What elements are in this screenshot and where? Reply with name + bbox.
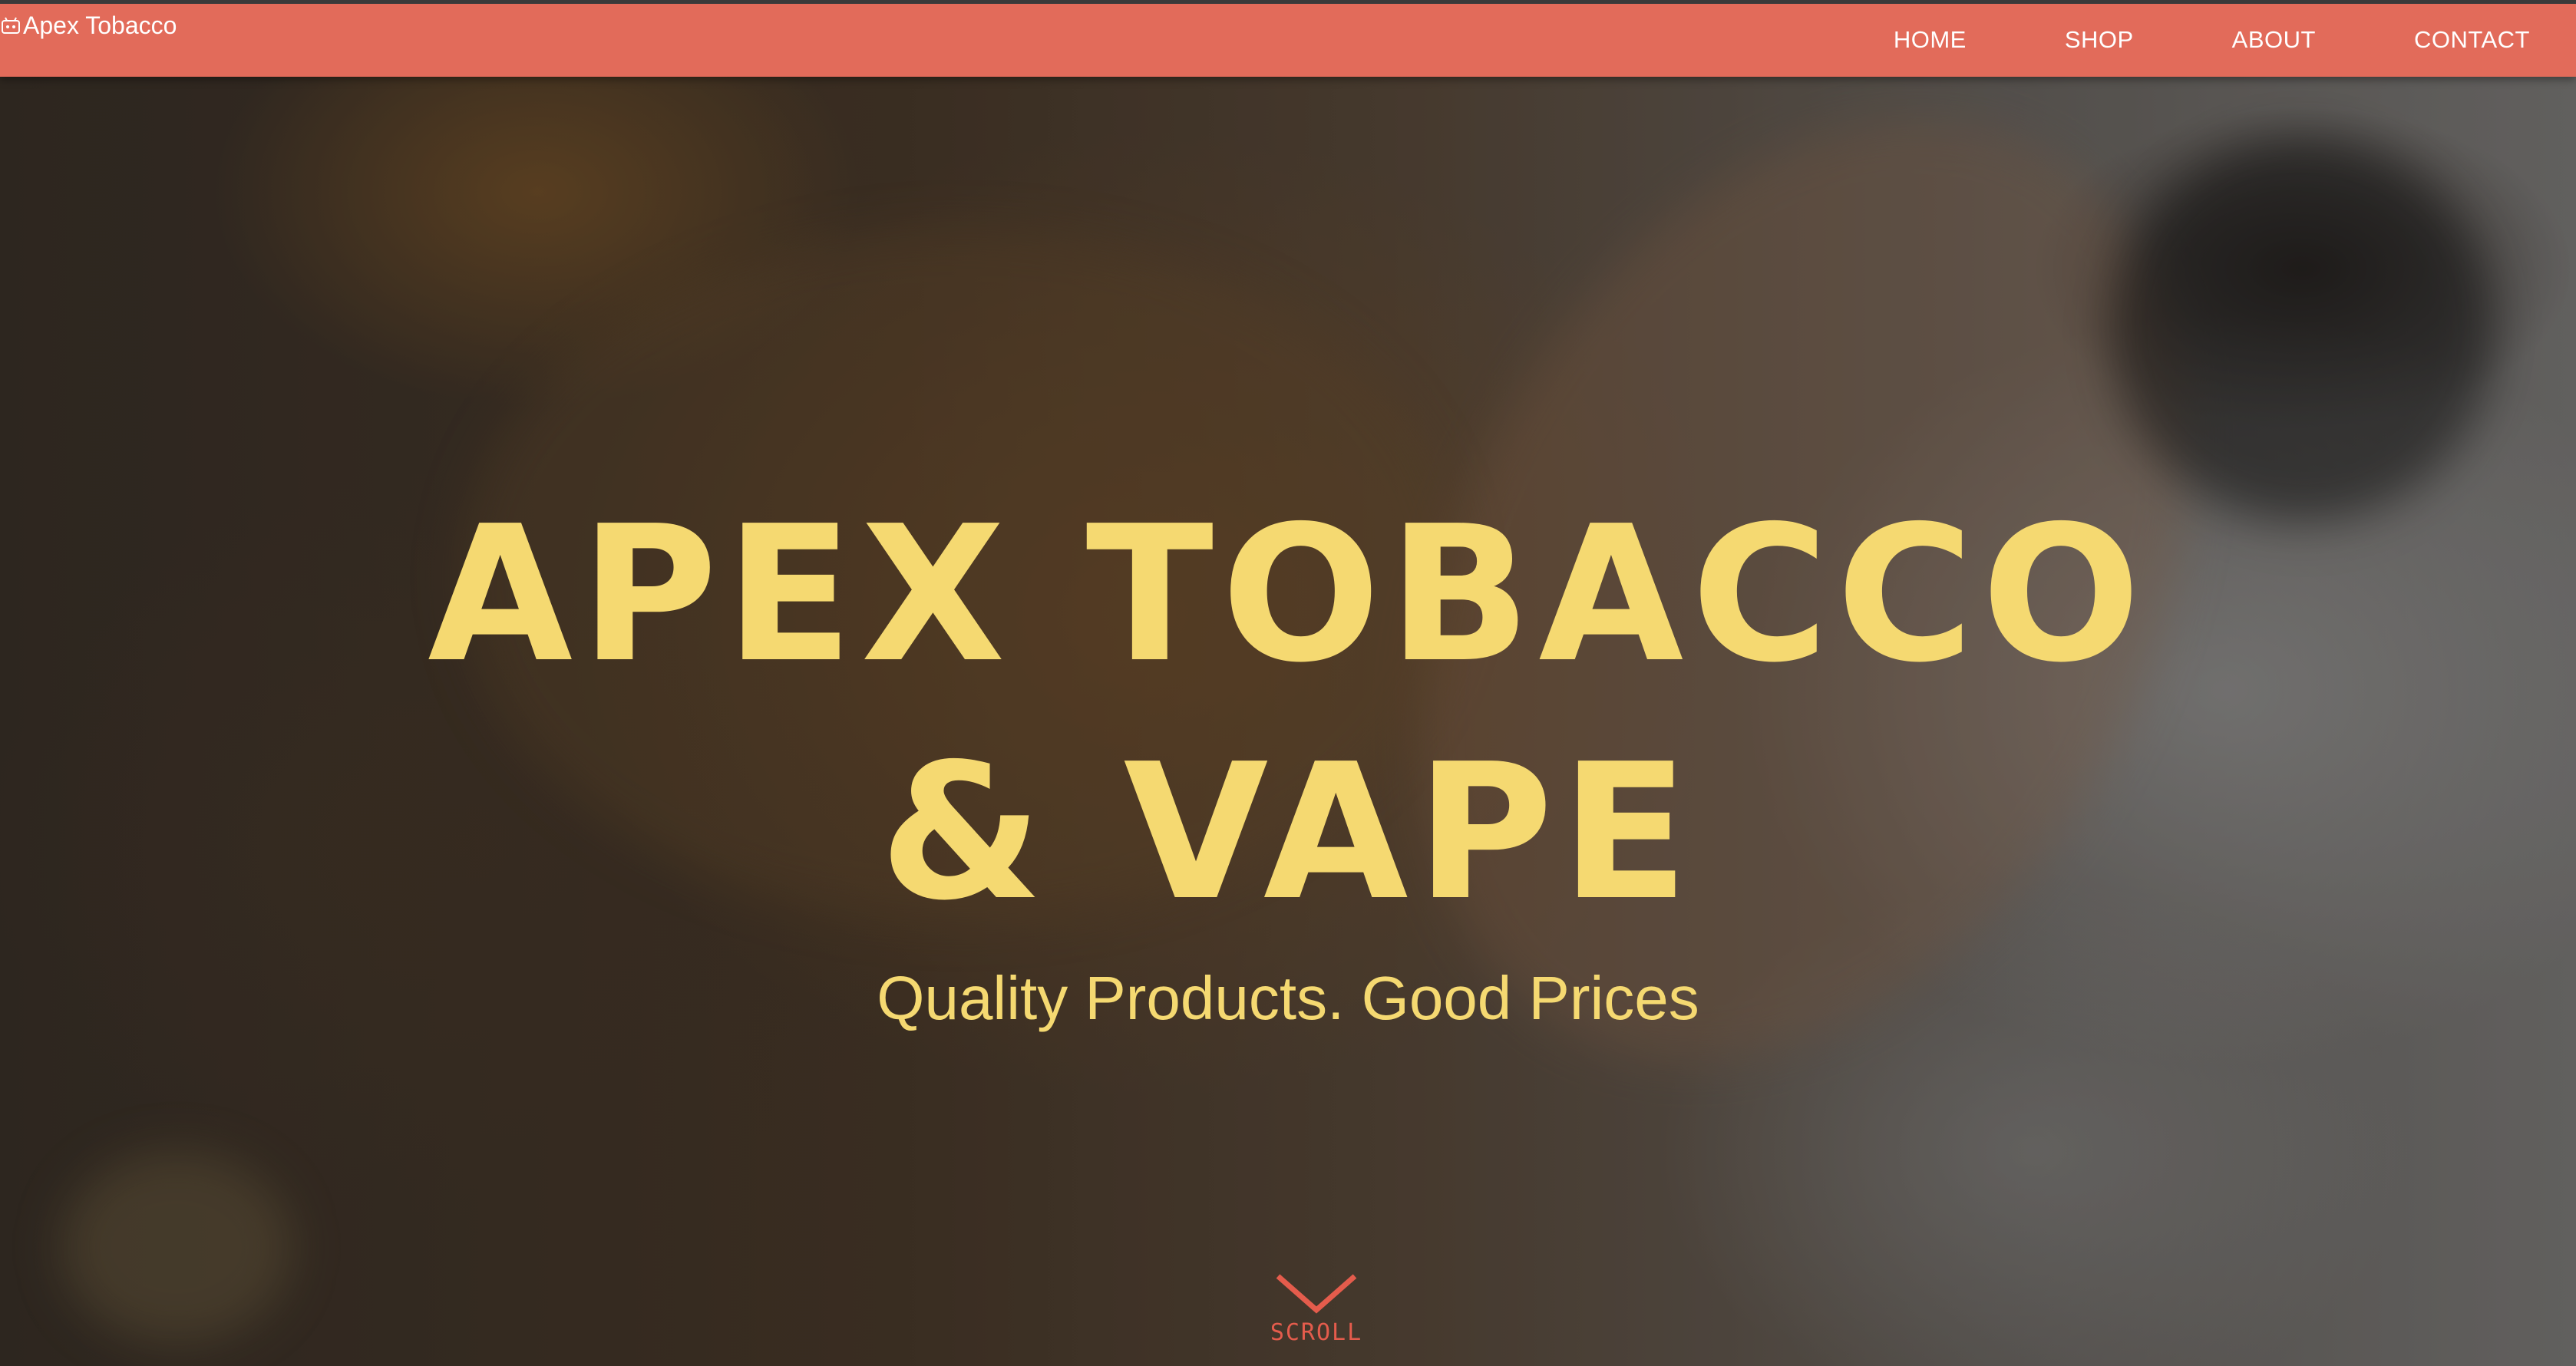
broken-image-icon	[2, 17, 20, 34]
chevron-down-icon	[1276, 1274, 1357, 1314]
hero-subtitle: Quality Products. Good Prices	[877, 964, 1699, 1032]
hero-title-line-2: & VAPE	[879, 724, 1697, 942]
top-navbar: Apex Tobacco HOME SHOP ABOUT CONTACT	[0, 0, 2576, 77]
nav-shop[interactable]: SHOP	[2016, 26, 2183, 54]
scroll-label: SCROLL	[1270, 1319, 1363, 1346]
brand-link[interactable]: Apex Tobacco	[0, 12, 177, 40]
nav-about[interactable]: ABOUT	[2183, 26, 2365, 54]
brand-name: Apex Tobacco	[23, 12, 177, 39]
page: Apex Tobacco HOME SHOP ABOUT CONTACT APE…	[0, 0, 2576, 1366]
main-nav: HOME SHOP ABOUT CONTACT	[1844, 4, 2530, 81]
hero-title-line-1: APEX TOBACCO	[428, 486, 2148, 704]
nav-home[interactable]: HOME	[1844, 26, 2016, 54]
hero-title: APEX TOBACCO & VAPE	[0, 476, 2576, 952]
scroll-button[interactable]: SCROLL	[1232, 1270, 1401, 1346]
nav-contact[interactable]: CONTACT	[2365, 26, 2530, 54]
